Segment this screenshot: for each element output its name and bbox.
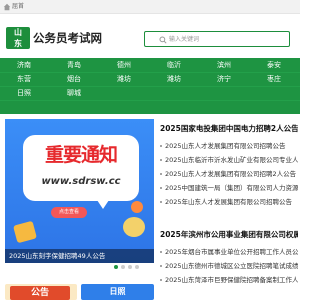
carousel-dot[interactable] — [121, 265, 125, 269]
nav-item[interactable]: 德州 — [104, 58, 144, 72]
thumbnail-label: 日照 — [109, 287, 126, 296]
logo-seal: 山 东 — [6, 27, 30, 49]
top-bar: 屈首 — [0, 0, 300, 14]
carousel-dot[interactable] — [128, 265, 132, 269]
news-item[interactable]: 2025山东人才发展集团有限公司招聘2人公告 — [160, 169, 298, 179]
search-input[interactable] — [169, 33, 269, 45]
carousel-dot[interactable] — [135, 265, 139, 269]
search-icon[interactable] — [159, 36, 167, 44]
banner-title: 重要通知 — [44, 144, 118, 166]
nav-item[interactable]: 聊城 — [54, 86, 94, 100]
nav-item[interactable]: 济南 — [4, 58, 44, 72]
home-icon[interactable] — [3, 3, 11, 11]
news-item[interactable]: 2025中国建筑一局（集团）有限公司人力资源部招… — [160, 183, 298, 193]
banner-cta-button[interactable]: 点击查看 — [51, 207, 87, 218]
site-name: 公务员考试网 — [33, 31, 102, 45]
decor-dot — [131, 201, 143, 213]
site-logo[interactable]: 山 东 公务员考试网 — [6, 27, 102, 49]
nav-item[interactable]: 烟台 — [54, 72, 94, 86]
nav-item[interactable]: 潍坊 — [104, 72, 144, 86]
nav-item[interactable]: 青岛 — [54, 58, 94, 72]
carousel-dot[interactable] — [114, 265, 118, 269]
news-headline[interactable]: 2025年滨州市公用事业集团有限公司权属公司… — [160, 228, 298, 242]
thumbnail-label: 公告 — [10, 286, 70, 300]
nav-item[interactable]: 枣庄 — [254, 72, 294, 86]
banner-url: www.sdrsw.cc — [41, 176, 121, 187]
nav-item[interactable]: 日照 — [4, 86, 44, 100]
news-item[interactable]: 2025山东德州市德城区公立医院招聘笔试成绩公示 — [160, 261, 298, 271]
nav-item[interactable]: 东营 — [4, 72, 44, 86]
nav-item[interactable]: 济宁 — [204, 72, 244, 86]
nav-item[interactable]: 泰安 — [254, 58, 294, 72]
nav-item[interactable]: 滨州 — [204, 58, 244, 72]
news-thumbnail[interactable]: 公告 — [5, 284, 77, 300]
news-item[interactable]: 2025山东临沂市沂水发山矿业有限公司专业人才… — [160, 155, 298, 165]
home-link[interactable]: 屈首 — [12, 3, 24, 11]
search-box[interactable] — [144, 31, 290, 47]
carousel-dots — [114, 264, 154, 270]
nav-item[interactable]: 临沂 — [154, 58, 194, 72]
city-nav: 济南 青岛 德州 临沂 滨州 泰安 东营 烟台 潍坊 潍坊 济宁 枣庄 日照 聊… — [0, 58, 300, 114]
decor-circle — [123, 217, 145, 237]
banner-caption[interactable]: 2025山东刻字保健招聘49人公告 — [9, 250, 152, 262]
news-thumbnail[interactable]: 日照 — [81, 284, 154, 300]
news-item[interactable]: 2025年烟台市属事业单位公开招聘工作人员公示… — [160, 247, 298, 257]
news-headline[interactable]: 2025国家电投集团中国电力招聘2人公告 — [160, 122, 298, 136]
news-item[interactable]: 2025山东人才发展集团有限公司招聘公告 — [160, 141, 298, 151]
promo-banner[interactable]: 重要通知 www.sdrsw.cc 点击查看 2025山东刻字保健招聘49人公告 — [5, 119, 154, 263]
nav-item[interactable]: 潍坊 — [154, 72, 194, 86]
news-item[interactable]: 2025山东菏泽市巨野保健院招聘备案制工作人员公… — [160, 275, 298, 285]
news-item[interactable]: 2025年山东人才发展集团有限公司招聘公告 — [160, 197, 298, 207]
